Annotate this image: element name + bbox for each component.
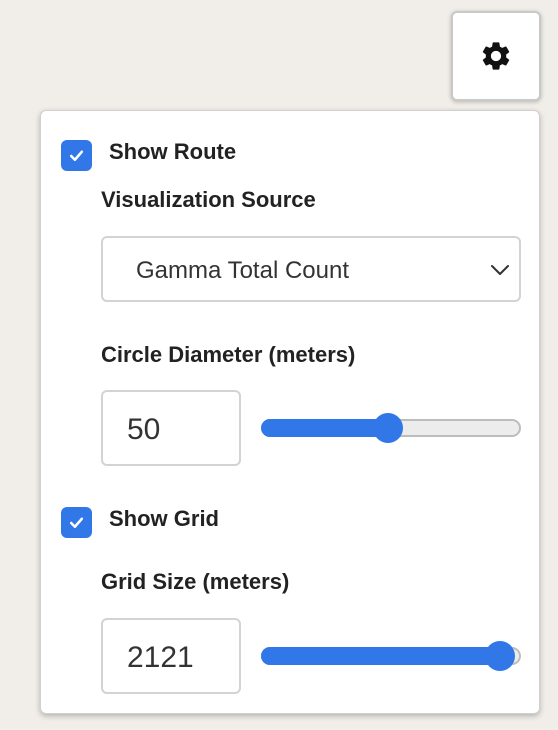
circle-diameter-input[interactable]: 50 xyxy=(101,390,241,466)
circle-diameter-value: 50 xyxy=(127,413,161,446)
visualization-source-value: Gamma Total Count xyxy=(136,257,349,284)
grid-size-slider[interactable] xyxy=(261,639,521,673)
show-grid-checkbox[interactable] xyxy=(61,507,92,538)
gear-icon xyxy=(482,42,510,70)
grid-size-value: 2121 xyxy=(127,641,194,674)
grid-size-label: Grid Size (meters) xyxy=(101,569,290,594)
show-route-label[interactable]: Show Route xyxy=(109,139,236,165)
checkmark-icon xyxy=(69,150,84,162)
slider-fill xyxy=(261,419,388,437)
grid-size-input[interactable]: 2121 xyxy=(101,618,241,694)
checkmark-icon xyxy=(69,517,84,529)
slider-thumb[interactable] xyxy=(373,413,403,443)
circle-diameter-label: Circle Diameter (meters) xyxy=(101,342,356,367)
visualization-source-select[interactable]: Gamma Total Count xyxy=(101,236,521,302)
circle-diameter-slider[interactable] xyxy=(261,411,521,445)
slider-thumb[interactable] xyxy=(485,641,515,671)
slider-fill xyxy=(261,647,500,665)
chevron-down-icon xyxy=(491,265,509,275)
settings-panel: Show Route Visualization Source Gamma To… xyxy=(40,110,540,714)
visualization-source-label: Visualization Source xyxy=(101,187,316,212)
show-grid-label[interactable]: Show Grid xyxy=(109,506,219,532)
show-route-checkbox[interactable] xyxy=(61,140,92,171)
settings-button[interactable] xyxy=(451,11,541,101)
